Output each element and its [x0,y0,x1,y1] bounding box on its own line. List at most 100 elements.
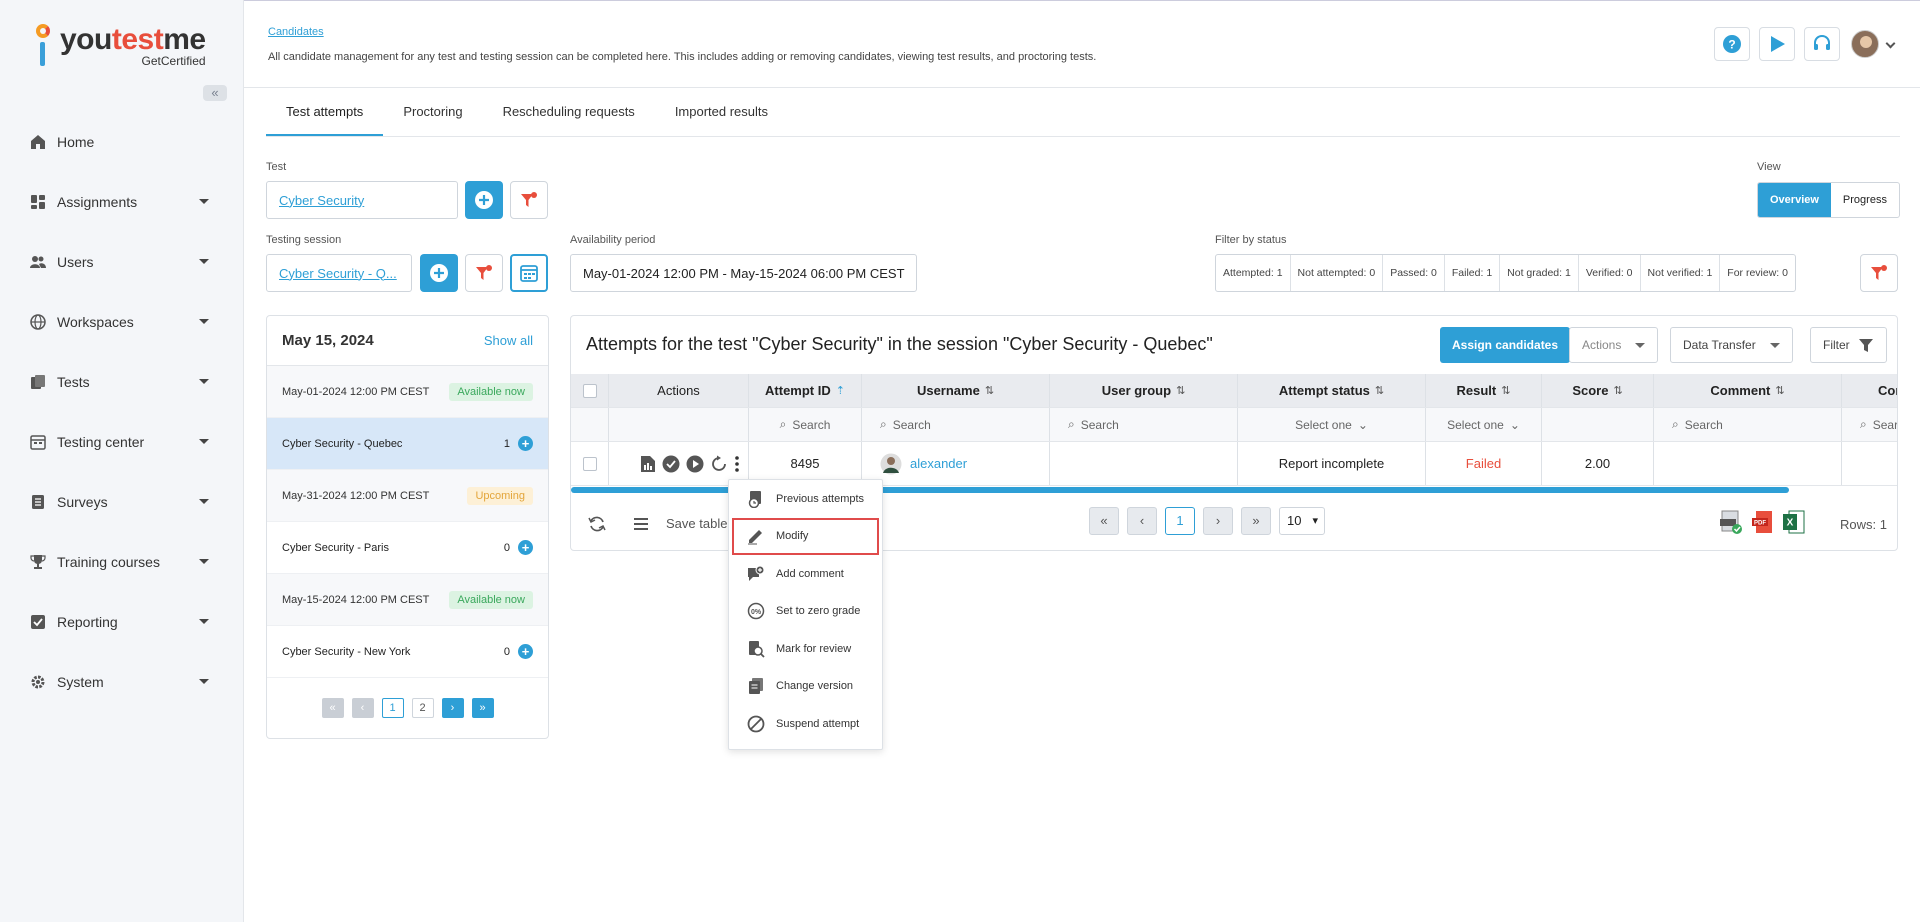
menu-item-suspend-attempt[interactable]: Suspend attempt [729,705,882,743]
columns-menu-icon[interactable] [633,516,649,532]
next-page-button[interactable]: › [441,698,464,718]
page-size-select[interactable]: 10 ▾ [1279,507,1325,535]
play-circle-icon[interactable] [686,455,704,473]
page-button-1[interactable]: 1 [381,698,404,718]
view-overview-button[interactable]: Overview [1758,183,1831,217]
first-page-button[interactable]: « [1089,507,1119,535]
sort-icon[interactable]: ⇅ [1375,384,1384,397]
sidebar-item-testing-center[interactable]: Testing center [0,412,243,472]
status-filter-not-verified[interactable]: Not verified: 1 [1641,255,1721,291]
refresh-icon[interactable] [588,515,606,533]
add-candidate-icon[interactable]: + [518,540,533,555]
first-page-button[interactable]: « [321,698,344,718]
tab-proctoring[interactable]: Proctoring [383,89,482,136]
username-search[interactable]: ⌕ Search [862,408,1050,441]
prev-page-button[interactable]: ‹ [1127,507,1157,535]
tab-imported-results[interactable]: Imported results [655,89,788,136]
tab-rescheduling-requests[interactable]: Rescheduling requests [483,89,655,136]
attempt-status-select[interactable]: Select one ⌄ [1238,408,1426,441]
status-filter-for-review[interactable]: For review: 0 [1720,255,1795,291]
show-all-link[interactable]: Show all [484,333,533,348]
assign-candidates-button[interactable]: Assign candidates [1440,327,1571,363]
reset-icon[interactable] [710,455,728,473]
export-excel-icon[interactable]: X [1782,509,1806,535]
row-checkbox[interactable] [582,456,597,471]
sort-icon[interactable]: ⇅ [1613,384,1622,397]
status-filter-attempted[interactable]: Attempted: 1 [1216,255,1291,291]
view-progress-button[interactable]: Progress [1831,183,1899,217]
last-page-button[interactable]: » [1241,507,1271,535]
export-xml-icon[interactable] [1719,509,1743,535]
column-header-score[interactable]: Score ⇅ [1542,374,1654,407]
chevron-down-icon[interactable] [1885,38,1896,49]
status-filter-failed[interactable]: Failed: 1 [1445,255,1501,291]
page-button-2[interactable]: 2 [411,698,434,718]
avatar[interactable] [1851,30,1879,58]
sort-asc-icon[interactable]: ⇡ [836,384,845,397]
status-filter-not-attempted[interactable]: Not attempted: 0 [1291,255,1384,291]
sort-icon[interactable]: ⇅ [1501,384,1510,397]
add-candidate-icon[interactable]: + [518,436,533,451]
calendar-view-button[interactable] [510,254,548,292]
save-table-button[interactable]: Save table [666,516,727,531]
report-icon[interactable] [640,455,656,473]
clear-test-filter-button[interactable] [510,181,548,219]
select-all-checkbox[interactable] [582,383,597,398]
session-item-paris[interactable]: Cyber Security - Paris 0 + [267,522,548,574]
clear-session-filter-button[interactable] [465,254,503,292]
session-select[interactable]: Cyber Security - Q... [266,254,412,292]
comment-2-search[interactable]: ⌕ Search [1842,408,1897,441]
column-header-result[interactable]: Result ⇅ [1426,374,1542,407]
add-candidate-icon[interactable]: + [518,644,533,659]
column-header-username[interactable]: Username ⇅ [862,374,1050,407]
sidebar-item-workspaces[interactable]: Workspaces [0,292,243,352]
menu-item-add-comment[interactable]: Add comment [729,555,882,593]
sidebar-item-home[interactable]: Home [0,112,243,172]
column-header-user-group[interactable]: User group ⇅ [1050,374,1238,407]
menu-item-set-zero-grade[interactable]: 0% Set to zero grade [729,593,882,631]
add-test-button[interactable] [465,181,503,219]
status-filter-not-graded[interactable]: Not graded: 1 [1500,255,1579,291]
next-page-button[interactable]: › [1203,507,1233,535]
availability-period-field[interactable]: May-01-2024 12:00 PM - May-15-2024 06:00… [570,254,917,292]
column-header-comment-2[interactable]: Comm [1842,374,1897,407]
session-item-new-york[interactable]: Cyber Security - New York 0 + [267,626,548,678]
tab-test-attempts[interactable]: Test attempts [266,89,384,136]
column-header-comment[interactable]: Comment ⇅ [1654,374,1842,407]
logo[interactable]: youtestme GetCertified [32,24,206,70]
filter-button[interactable]: Filter [1810,327,1887,363]
menu-item-previous-attempts[interactable]: Previous attempts [729,480,882,518]
data-transfer-dropdown[interactable]: Data Transfer [1670,327,1793,363]
menu-item-mark-for-review[interactable]: Mark for review [729,630,882,668]
sidebar-item-tests[interactable]: Tests [0,352,243,412]
last-page-button[interactable]: » [471,698,494,718]
status-filter-passed[interactable]: Passed: 0 [1383,255,1445,291]
sidebar-item-surveys[interactable]: Surveys [0,472,243,532]
sidebar-item-assignments[interactable]: Assignments [0,172,243,232]
breadcrumb[interactable]: Candidates [268,26,324,38]
clear-status-filter-button[interactable] [1860,254,1898,292]
sort-icon[interactable]: ⇅ [985,384,994,397]
test-select[interactable]: Cyber Security [266,181,458,219]
collapse-sidebar-button[interactable]: « [203,85,227,101]
attempt-id-search[interactable]: ⌕ Search [749,408,862,441]
username-link[interactable]: alexander [910,456,967,471]
test-value[interactable]: Cyber Security [279,193,364,208]
column-header-attempt-status[interactable]: Attempt status ⇅ [1238,374,1426,407]
support-button[interactable] [1804,27,1840,61]
sort-icon[interactable]: ⇅ [1176,384,1185,397]
user-group-search[interactable]: ⌕ Search [1050,408,1238,441]
export-pdf-icon[interactable]: PDF [1751,509,1775,535]
menu-item-change-version[interactable]: Change version [729,668,882,706]
check-circle-icon[interactable] [662,455,680,473]
page-button-1[interactable]: 1 [1165,507,1195,535]
actions-dropdown[interactable]: Actions [1569,327,1659,363]
add-session-button[interactable] [420,254,458,292]
sort-icon[interactable]: ⇅ [1775,384,1784,397]
comment-search[interactable]: ⌕ Search [1654,408,1842,441]
play-tutorial-button[interactable] [1759,27,1795,61]
menu-item-modify[interactable]: Modify [732,517,879,555]
status-filter-verified[interactable]: Verified: 0 [1579,255,1641,291]
session-value[interactable]: Cyber Security - Q... [279,266,397,281]
prev-page-button[interactable]: ‹ [351,698,374,718]
